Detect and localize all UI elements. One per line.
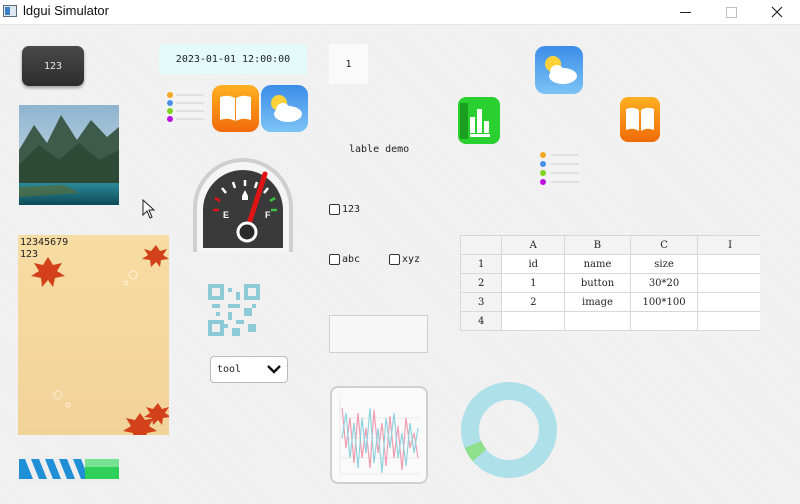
table-cell[interactable]: name	[564, 254, 631, 274]
chevron-down-icon	[267, 365, 281, 374]
table-row: 2 1 button 30*20	[460, 273, 760, 293]
table-cell[interactable]	[564, 311, 631, 331]
table: A B C I 1 id name size 2 1 button 30*20 …	[460, 235, 760, 331]
table-cell[interactable]: 100*100	[629, 292, 699, 312]
minimize-icon	[679, 11, 691, 13]
table-header-cell	[460, 235, 503, 255]
app-icon	[3, 5, 17, 17]
qr-code	[208, 284, 260, 336]
table-header-cell: I	[697, 235, 760, 255]
table-row: 3 2 image 100*100	[460, 292, 760, 312]
mouse-cursor-icon	[142, 198, 156, 224]
line-chart	[330, 386, 428, 484]
checkbox-label: xyz	[402, 254, 421, 265]
close-button[interactable]	[754, 0, 800, 24]
table-header-cell: C	[629, 235, 699, 255]
table-cell[interactable]: 3	[460, 292, 503, 312]
checkbox-box	[329, 254, 340, 265]
notes-list-icon	[537, 147, 583, 193]
fuel-gauge: E F	[189, 152, 297, 254]
progress-ring	[460, 381, 558, 479]
checkbox-abc[interactable]: abc	[329, 254, 360, 265]
ring-indicator	[464, 440, 487, 461]
window-title: ldgui Simulator	[23, 3, 109, 18]
checkbox-box	[389, 254, 400, 265]
table-cell[interactable]	[697, 311, 760, 331]
label-demo: lable demo	[349, 144, 410, 155]
dropdown-value: tool	[217, 364, 242, 375]
minimize-button[interactable]	[662, 0, 708, 24]
table-cell[interactable]: 1	[460, 254, 503, 274]
tool-dropdown[interactable]: tool	[210, 356, 288, 383]
poster-text-line1: 12345679	[20, 237, 69, 248]
table-cell[interactable]	[629, 311, 699, 331]
table-cell[interactable]	[697, 273, 760, 293]
progress-bar	[19, 456, 119, 482]
datetime-label: 2023-01-01 12:00:00	[159, 44, 307, 74]
table-cell[interactable]: button	[564, 273, 631, 293]
table-cell[interactable]: image	[564, 292, 631, 312]
gauge-full-label: F	[265, 210, 271, 220]
table-cell[interactable]: 1	[501, 273, 566, 293]
table-cell[interactable]	[697, 254, 760, 274]
gauge-empty-label: E	[223, 210, 229, 220]
demo-button[interactable]: 123	[22, 46, 84, 86]
table-header-cell: B	[564, 235, 631, 255]
weather-icon	[261, 85, 308, 132]
table-row: 1 id name size	[460, 254, 760, 274]
table-cell[interactable]: 4	[460, 311, 503, 331]
checkbox-box	[329, 204, 340, 215]
table-row: 4	[460, 311, 760, 331]
table-header-row: A B C I	[460, 235, 760, 255]
checkbox-xyz[interactable]: xyz	[389, 254, 420, 265]
table-cell[interactable]	[501, 311, 566, 331]
maximize-icon	[725, 6, 737, 18]
title-bar: ldgui Simulator	[0, 0, 800, 25]
books-icon	[212, 85, 259, 132]
simulator-canvas: 123 12345679 123 2023-01-01 12:00:00 E F…	[0, 25, 800, 504]
data-table: A B C I 1 id name size 2 1 button 30*20 …	[460, 235, 760, 335]
poster-text-line2: 123	[20, 249, 39, 260]
table-cell[interactable]: 30*20	[629, 273, 699, 293]
table-cell[interactable]: 2	[460, 273, 503, 293]
checkbox-label: abc	[342, 254, 361, 265]
autumn-leaves-image: 12345679 123	[18, 235, 169, 435]
notes-list-icon	[162, 85, 208, 131]
poster-text: 12345679 123	[20, 237, 68, 261]
table-header-cell: A	[501, 235, 566, 255]
close-icon	[771, 6, 783, 18]
checkbox-label: 123	[342, 204, 361, 215]
table-cell[interactable]	[697, 292, 760, 312]
weather-icon	[535, 46, 583, 94]
checkbox-123[interactable]: 123	[329, 204, 360, 215]
bar-chart-icon	[458, 97, 500, 144]
table-cell[interactable]: 2	[501, 292, 566, 312]
maximize-button[interactable]	[708, 0, 754, 24]
table-cell[interactable]: id	[501, 254, 566, 274]
text-input[interactable]	[329, 315, 428, 353]
landscape-image	[19, 105, 119, 205]
books-icon	[620, 97, 660, 142]
number-box[interactable]: 1	[329, 44, 368, 84]
table-cell[interactable]: size	[629, 254, 699, 274]
